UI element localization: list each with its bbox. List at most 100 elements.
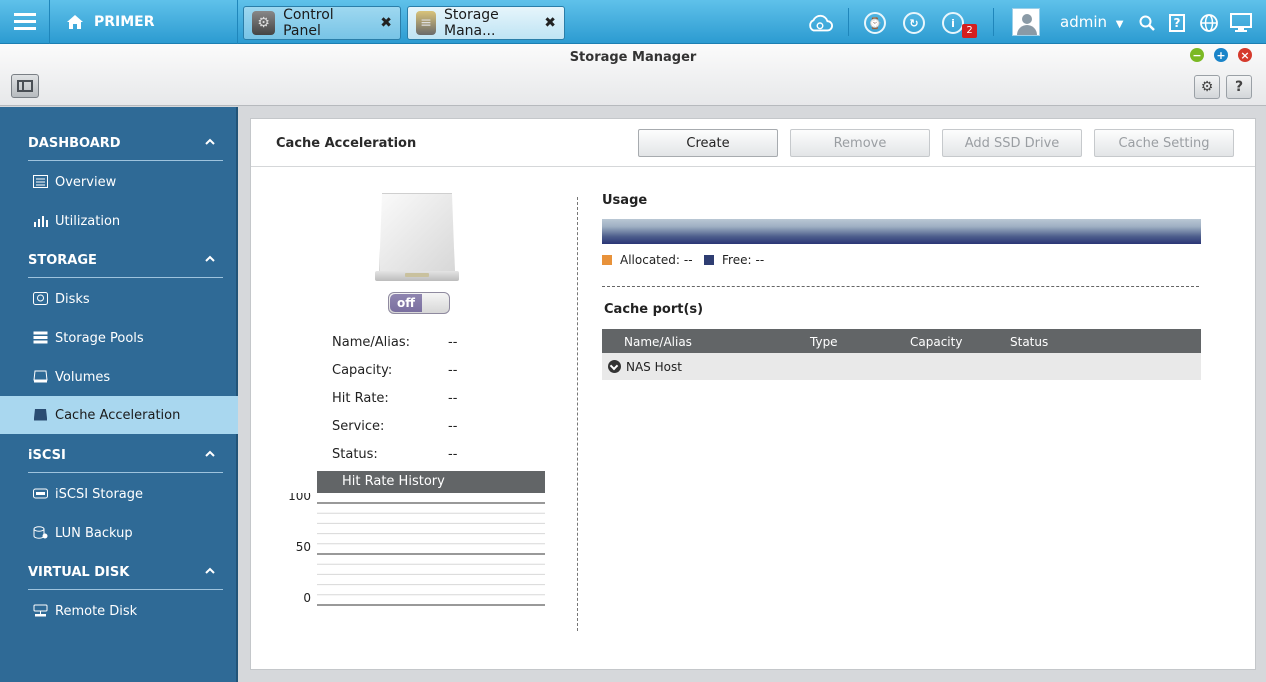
info-row-name: Name/Alias: -- xyxy=(332,335,512,355)
cache-acceleration-panel: Cache Acceleration Create Remove Add SSD… xyxy=(250,118,1256,670)
sidebar-item-iscsi-storage[interactable]: iSCSI Storage xyxy=(0,475,238,513)
sidebar-item-label: iSCSI Storage xyxy=(55,486,144,502)
info-row-service: Service: -- xyxy=(332,419,512,439)
sidebar-toggle-button[interactable] xyxy=(11,74,39,98)
info-key: Name/Alias: xyxy=(332,335,410,350)
globe-icon[interactable] xyxy=(1196,10,1222,36)
caret-down-icon: ▼ xyxy=(1115,19,1124,30)
help-icon[interactable]: ? xyxy=(1164,10,1190,36)
cache-ports-table-header: Name/Alias Type Capacity Status xyxy=(602,329,1201,353)
vertical-divider xyxy=(577,197,578,631)
gear-icon: ⚙ xyxy=(1200,79,1214,95)
column-header-type[interactable]: Type xyxy=(810,335,838,349)
column-header-name[interactable]: Name/Alias xyxy=(624,335,692,349)
main-menu-button[interactable] xyxy=(0,0,50,44)
sidebar-item-volumes[interactable]: Volumes xyxy=(0,358,238,396)
bar-chart-icon xyxy=(34,216,48,227)
close-window-icon[interactable]: × xyxy=(1238,48,1252,62)
row-name: NAS Host xyxy=(626,360,682,374)
panel-title: Cache Acceleration xyxy=(276,136,417,151)
free-label: Free: xyxy=(722,253,752,267)
sidebar-item-cache-acceleration[interactable]: Cache Acceleration xyxy=(0,396,238,434)
gear-icon: ⚙ xyxy=(252,11,276,35)
tab-control-panel[interactable]: ⚙ Control Panel ✖ xyxy=(243,6,401,40)
add-ssd-drive-button[interactable]: Add SSD Drive xyxy=(942,129,1082,157)
ssd-drive-image xyxy=(375,193,459,281)
free-swatch xyxy=(704,255,714,265)
allocated-value: -- xyxy=(683,253,693,267)
usage-bar xyxy=(602,219,1201,244)
toggle-state-label: off xyxy=(390,294,422,312)
info-value: -- xyxy=(448,335,458,350)
sidebar-item-utilization[interactable]: Utilization xyxy=(0,202,238,240)
monitor-icon[interactable] xyxy=(1228,10,1254,36)
info-value: -- xyxy=(448,391,458,406)
hit-rate-history-chart: 100 50 0 xyxy=(288,493,545,606)
storage-pool-icon xyxy=(33,331,48,344)
info-value: -- xyxy=(448,363,458,378)
sidebar-item-label: Overview xyxy=(55,174,117,190)
column-header-capacity[interactable]: Capacity xyxy=(910,335,962,349)
column-header-status[interactable]: Status xyxy=(1010,335,1048,349)
sidebar-item-storage-pools[interactable]: Storage Pools xyxy=(0,319,238,357)
cloud-icon[interactable] xyxy=(807,10,833,36)
table-row[interactable]: NAS Host xyxy=(602,353,1201,380)
sidebar-item-disks[interactable]: Disks xyxy=(0,280,238,318)
panel-icon xyxy=(17,80,33,92)
allocated-label: Allocated: xyxy=(620,253,680,267)
info-row-status: Status: -- xyxy=(332,447,512,467)
remove-button[interactable]: Remove xyxy=(790,129,930,157)
hamburger-icon xyxy=(13,13,36,30)
tab-label: Storage Mana... xyxy=(444,7,499,39)
help-button[interactable]: ? xyxy=(1226,75,1252,99)
search-icon[interactable] xyxy=(1134,10,1160,36)
notification-badge: 2 xyxy=(962,24,977,38)
remote-disk-icon xyxy=(33,604,48,617)
clock-icon[interactable]: ⌚ xyxy=(862,10,888,36)
settings-button[interactable]: ⚙ xyxy=(1194,75,1220,99)
tab-storage-manager[interactable]: ≡ Storage Mana... ✖ xyxy=(407,6,565,40)
section-iscsi[interactable]: iSCSI xyxy=(0,436,238,474)
sync-icon[interactable]: ↻ xyxy=(901,10,927,36)
avatar[interactable] xyxy=(1012,8,1040,36)
cache-setting-button[interactable]: Cache Setting xyxy=(1094,129,1234,157)
window-title: Storage Manager xyxy=(569,50,697,65)
info-value: -- xyxy=(448,419,458,434)
ssd-icon xyxy=(34,409,47,421)
sidebar-item-label: Volumes xyxy=(55,369,111,385)
info-row-hit-rate: Hit Rate: -- xyxy=(332,391,512,411)
create-button[interactable]: Create xyxy=(638,129,778,157)
legend-free: Free: -- xyxy=(704,253,764,267)
iscsi-storage-icon xyxy=(33,488,48,499)
tab-label: Control Panel xyxy=(283,7,334,39)
expand-icon[interactable] xyxy=(608,360,621,373)
section-virtual-disk[interactable]: VIRTUAL DISK xyxy=(0,553,238,591)
maximize-icon[interactable]: + xyxy=(1214,48,1228,62)
info-row-capacity: Capacity: -- xyxy=(332,363,512,383)
cache-toggle-switch[interactable]: off xyxy=(388,292,450,314)
list-icon xyxy=(33,175,48,188)
minimize-icon[interactable]: − xyxy=(1190,48,1204,62)
sidebar-item-lun-backup[interactable]: LUN Backup xyxy=(0,514,238,552)
home-button[interactable]: PRIMER xyxy=(52,0,238,44)
chevron-up-icon xyxy=(205,255,215,262)
user-menu[interactable]: admin ▼ xyxy=(1060,13,1123,31)
chevron-up-icon xyxy=(205,450,215,457)
sidebar-item-label: Remote Disk xyxy=(55,603,138,619)
sidebar-item-overview[interactable]: Overview xyxy=(0,163,238,201)
dashed-divider xyxy=(602,286,1199,287)
database-icon: ≡ xyxy=(416,11,436,35)
section-dashboard[interactable]: DASHBOARD xyxy=(0,124,238,162)
close-tab-icon[interactable]: ✖ xyxy=(544,15,556,31)
home-label: PRIMER xyxy=(94,14,155,30)
sidebar-item-remote-disk[interactable]: Remote Disk xyxy=(0,592,238,630)
section-storage[interactable]: STORAGE xyxy=(0,241,238,279)
sidebar-item-label: Cache Acceleration xyxy=(55,407,181,423)
usage-title: Usage xyxy=(602,193,648,208)
info-key: Status: xyxy=(332,447,378,462)
close-tab-icon[interactable]: ✖ xyxy=(380,15,392,31)
y-tick-label: 100 xyxy=(288,493,311,503)
allocated-swatch xyxy=(602,255,612,265)
chevron-up-icon xyxy=(205,138,215,145)
window-titlebar: Storage Manager − + × ⚙ ? xyxy=(0,44,1266,106)
